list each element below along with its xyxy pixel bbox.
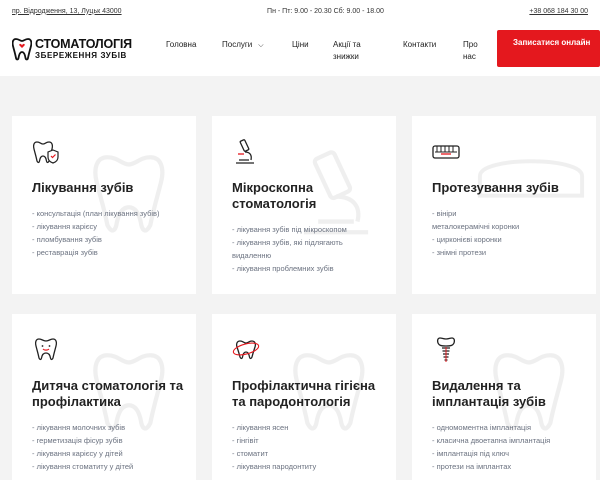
address-link[interactable]: пр. Відродження, 13, Луцьк 43000 xyxy=(12,8,122,15)
smiling-tooth-icon xyxy=(34,338,58,361)
list-item: - лікування пародонтиту xyxy=(232,462,317,471)
nav-label: Головна xyxy=(166,40,197,49)
list-item: - стоматит xyxy=(232,449,269,458)
nav-label: Ціни xyxy=(292,40,309,49)
service-card-pediatric[interactable]: Дитяча стоматологія та профілактика - лі… xyxy=(12,314,196,480)
list-item: - консультація (план лікування зубів) xyxy=(32,209,160,218)
microscope-icon xyxy=(236,139,254,164)
working-hours: Пн - Пт: 9.00 - 20.30 Сб: 9.00 - 18.00 xyxy=(267,7,384,15)
list-item: - лікування карієсу xyxy=(32,222,98,231)
list-item: - лікування стоматиту у дітей xyxy=(32,462,134,471)
card-title: Протезування зубів xyxy=(432,180,559,195)
nav-label: Про нас xyxy=(463,40,478,61)
list-item: - вініри xyxy=(432,209,457,218)
card-list: - вініри металокерамічні коронки - цирко… xyxy=(432,207,582,259)
list-item: - пломбування зубів xyxy=(32,235,102,244)
card-title: Профілактична гігієна та пародонтологія xyxy=(232,378,376,409)
list-item: - лікування зубів під мікроскопом xyxy=(232,225,347,234)
denture-icon xyxy=(432,145,460,159)
card-list: - лікування зубів під мікроскопом - ліку… xyxy=(232,223,382,275)
nav-item-about[interactable]: Про нас xyxy=(463,39,485,63)
nav-item-services[interactable]: Послуги ⌵ xyxy=(222,39,264,52)
nav-item-contacts[interactable]: Контакти xyxy=(403,39,436,51)
list-item: - одномоментна імплантація xyxy=(432,423,532,432)
nav-item-prices[interactable]: Ціни xyxy=(292,39,309,51)
service-card-treatment[interactable]: Лікування зубів - консультація (план лік… xyxy=(12,116,196,294)
top-info-bar: пр. Відродження, 13, Луцьк 43000 Пн - Пт… xyxy=(0,0,600,22)
card-title: Дитяча стоматологія та профілактика xyxy=(32,378,184,409)
card-title: Лікування зубів xyxy=(32,180,134,195)
nav-label: Послуги xyxy=(222,40,253,49)
list-item: - лікування проблемних зубів xyxy=(232,264,334,273)
nav-label: Акції та знижки xyxy=(333,40,361,61)
list-item: - цирконієві коронки xyxy=(432,235,502,244)
implant-icon xyxy=(436,337,456,362)
list-item: - герметизація фісур зубів xyxy=(32,436,123,445)
site-header: СТОМАТОЛОГІЯ ЗБЕРЕЖЕННЯ ЗУБІВ Головна По… xyxy=(0,22,600,76)
list-item: - лікування зубів, які підлягають видале… xyxy=(232,238,343,260)
list-item: металокерамічні коронки xyxy=(432,222,520,231)
service-card-implants[interactable]: Видалення та імплантація зубів - одномом… xyxy=(412,314,596,480)
list-item: - лікування ясен xyxy=(232,423,289,432)
list-item: - лікування карієсу у дітей xyxy=(32,449,123,458)
nav-label: Контакти xyxy=(403,40,437,49)
denture-bg-icon xyxy=(477,159,585,198)
list-item: - гінгівіт xyxy=(232,436,259,445)
card-list: - одномоментна імплантація - класична дв… xyxy=(432,421,582,473)
nav-item-home[interactable]: Головна xyxy=(166,39,196,51)
book-online-button[interactable]: Записатися онлайн xyxy=(497,30,600,67)
card-list: - лікування ясен - гінгівіт - стоматит -… xyxy=(232,421,382,473)
chevron-down-icon: ⌵ xyxy=(258,42,264,49)
card-title: Мікроскопна стоматологія xyxy=(232,180,317,211)
tooth-orbit-icon xyxy=(232,340,260,360)
list-item: - класична двоетапна імплантація xyxy=(432,436,551,445)
list-item: - лікування молочних зубів xyxy=(32,423,126,432)
card-title: Видалення та імплантація зубів xyxy=(432,378,546,409)
phone-link[interactable]: +38 068 184 30 00 xyxy=(529,8,588,15)
card-list: - консультація (план лікування зубів) - … xyxy=(32,207,182,259)
list-item: - реставрація зубів xyxy=(32,248,98,257)
service-card-prosthetics[interactable]: Протезування зубів - вініри металокерамі… xyxy=(412,116,596,294)
service-card-hygiene[interactable]: Профілактична гігієна та пародонтологія … xyxy=(212,314,396,480)
list-item: - знімні протези xyxy=(432,248,487,257)
tooth-shield-icon xyxy=(32,141,59,164)
nav-item-promotions[interactable]: Акції та знижки xyxy=(333,39,381,63)
service-card-microscope[interactable]: Мікроскопна стоматологія - лікування зуб… xyxy=(212,116,396,294)
card-list: - лікування молочних зубів - герметизаці… xyxy=(32,421,182,473)
list-item: - протези на імплантах xyxy=(432,462,512,471)
list-item: - імплантація під ключ xyxy=(432,449,510,458)
